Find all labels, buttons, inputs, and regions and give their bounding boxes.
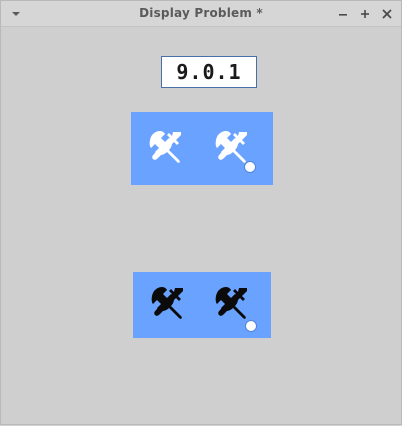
version-field[interactable]: 9.0.1 (161, 56, 257, 88)
window-controls (337, 7, 393, 21)
status-badge (245, 320, 257, 332)
maximize-button[interactable] (359, 8, 371, 20)
tools-icon-button-4[interactable] (209, 282, 257, 332)
tools-icon-button-2[interactable] (209, 126, 257, 174)
window-menu-button[interactable] (11, 9, 21, 19)
close-icon (382, 9, 392, 19)
status-badge (244, 161, 256, 173)
bottom-toolbar (133, 272, 271, 338)
title-bar[interactable]: Display Problem * (1, 1, 401, 27)
top-toolbar (131, 112, 273, 185)
tools-icon (149, 131, 181, 163)
tools-icon (151, 287, 183, 319)
minimize-icon (339, 14, 347, 16)
close-button[interactable] (381, 8, 393, 20)
app-window: Display Problem * 9.0.1 (0, 0, 402, 425)
main-content: 9.0.1 (1, 27, 402, 426)
minimize-button[interactable] (337, 8, 349, 20)
tools-icon-button-1[interactable] (143, 126, 187, 170)
chevron-down-icon (12, 12, 20, 16)
tools-icon-button-3[interactable] (145, 282, 189, 326)
maximize-icon (361, 10, 369, 18)
